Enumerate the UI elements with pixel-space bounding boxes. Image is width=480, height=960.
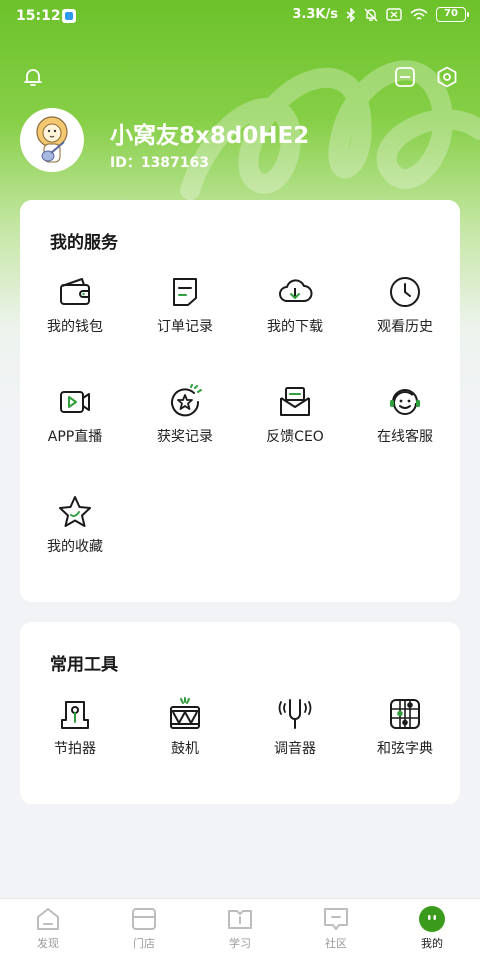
service-feedback[interactable]: 反馈CEO	[240, 384, 350, 446]
tool-tuner[interactable]: 调音器	[240, 696, 350, 758]
tool-metronome[interactable]: 节拍器	[20, 696, 130, 758]
tab-label: 社区	[325, 937, 347, 950]
video-icon	[60, 391, 90, 413]
status-bar: 15:12 3.3K/s 70	[0, 0, 480, 34]
tools-card: 常用工具 节拍器 鼓机 调音器 和弦字典	[20, 622, 460, 804]
service-label: 获奖记录	[157, 429, 213, 445]
service-label: 我的钱包	[47, 319, 103, 335]
notification-app-icon	[62, 9, 76, 23]
tab-label: 发现	[37, 937, 59, 950]
service-label: 反馈CEO	[266, 429, 324, 445]
tool-chords[interactable]: 和弦字典	[350, 696, 460, 758]
bottom-tab-bar: 发现 门店 学习 社区 我的	[0, 898, 480, 960]
tab-community[interactable]: 社区	[288, 905, 384, 951]
headset-icon	[390, 389, 420, 415]
tool-label: 调音器	[274, 741, 316, 757]
tools-title: 常用工具	[50, 655, 118, 675]
battery-indicator: 70	[436, 7, 469, 22]
service-favorites[interactable]: 我的收藏	[20, 494, 130, 556]
chord-grid-icon	[390, 699, 420, 729]
tab-label: 我的	[421, 937, 443, 950]
services-card: 我的服务 我的钱包 订单记录 我的下载 观看历史 APP直播 获奖记录 反馈CE…	[20, 200, 460, 602]
tab-me[interactable]: 我的	[384, 905, 480, 951]
store-icon	[132, 908, 156, 930]
lion-guitar-avatar	[36, 116, 68, 163]
community-icon	[324, 908, 348, 930]
network-speed: 3.3K/s	[292, 7, 338, 22]
service-support[interactable]: 在线客服	[350, 384, 460, 446]
tool-label: 和弦字典	[377, 741, 433, 757]
star-icon	[59, 496, 91, 527]
tuning-fork-icon	[278, 699, 312, 729]
service-label: APP直播	[47, 429, 103, 445]
service-label: 在线客服	[377, 429, 433, 445]
tool-label: 节拍器	[54, 741, 96, 757]
service-wallet[interactable]: 我的钱包	[20, 274, 130, 336]
mute-bell-icon	[364, 8, 378, 21]
avatar[interactable]	[20, 108, 84, 172]
service-label: 我的下载	[267, 319, 323, 335]
service-orders[interactable]: 订单记录	[130, 274, 240, 336]
wallet-icon	[60, 278, 90, 305]
tool-drum[interactable]: 鼓机	[130, 696, 240, 758]
tab-learn[interactable]: 学习	[192, 905, 288, 951]
service-awards[interactable]: 获奖记录	[130, 384, 240, 446]
discover-icon	[37, 908, 59, 930]
order-icon	[173, 278, 197, 306]
book-icon	[228, 910, 252, 929]
wifi-icon	[410, 8, 428, 20]
award-icon	[171, 384, 202, 417]
service-live[interactable]: APP直播	[20, 384, 130, 446]
service-downloads[interactable]: 我的下载	[240, 274, 350, 336]
mail-icon	[280, 387, 310, 416]
tool-label: 鼓机	[171, 741, 199, 757]
status-time: 15:12	[16, 8, 61, 24]
bluetooth-icon	[346, 7, 356, 22]
tab-label: 学习	[229, 937, 251, 950]
user-id: ID：1387163	[110, 155, 210, 171]
service-history[interactable]: 观看历史	[350, 274, 460, 336]
tab-store[interactable]: 门店	[96, 905, 192, 951]
service-label: 观看历史	[377, 319, 433, 335]
settings-hexagon-icon[interactable]	[436, 66, 458, 88]
scan-icon[interactable]	[394, 66, 416, 88]
service-label: 订单记录	[157, 319, 213, 335]
services-title: 我的服务	[50, 233, 118, 253]
bell-icon[interactable]	[22, 66, 44, 88]
tab-discover[interactable]: 发现	[0, 905, 96, 951]
sim-x-icon	[386, 8, 402, 21]
me-icon	[419, 906, 445, 932]
clock-icon	[390, 277, 420, 307]
metronome-icon	[61, 701, 89, 729]
drum-icon	[170, 697, 200, 729]
service-label: 我的收藏	[47, 539, 103, 555]
cloud-download-icon	[279, 279, 313, 302]
tab-label: 门店	[133, 937, 155, 950]
username: 小窝友8x8d0HE2	[110, 123, 310, 149]
